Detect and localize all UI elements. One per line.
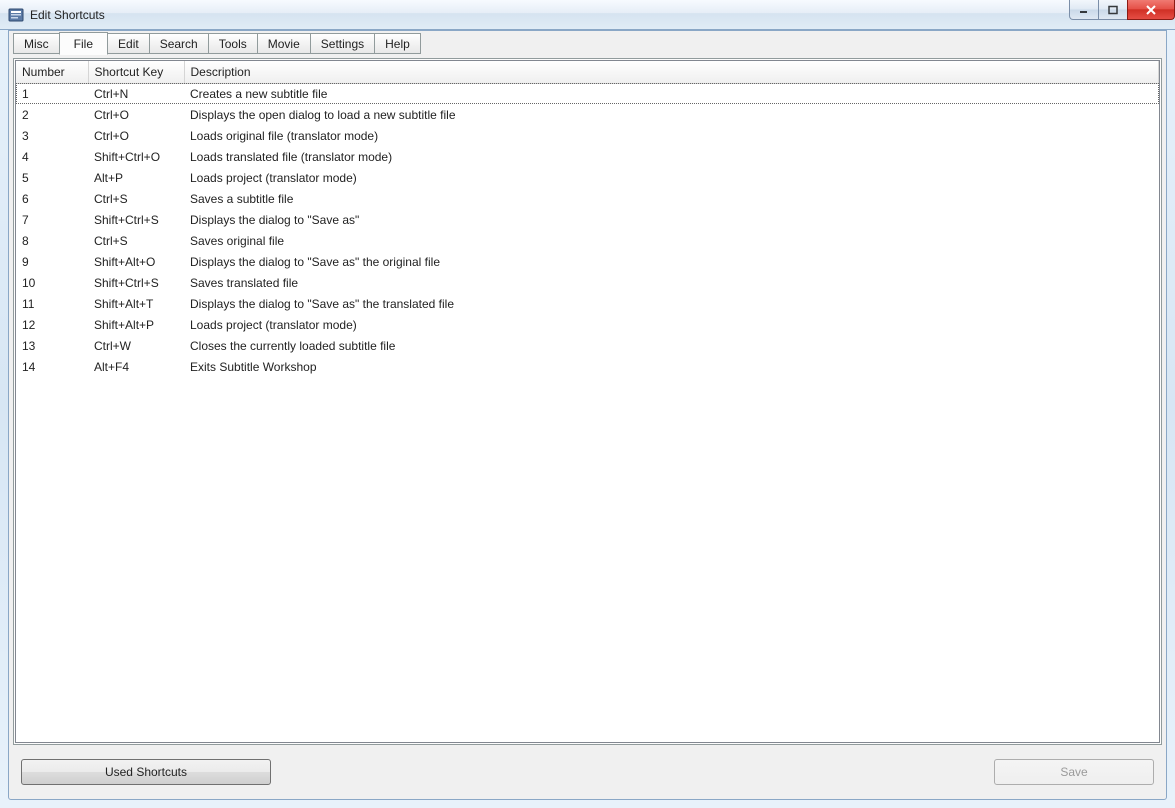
tab-edit[interactable]: Edit bbox=[107, 33, 150, 54]
window-client-area: Misc File Edit Search Tools Movie Settin… bbox=[8, 30, 1167, 800]
window-caption-buttons bbox=[1070, 0, 1175, 20]
cell-description: Saves a subtitle file bbox=[184, 188, 1159, 209]
cell-number: 5 bbox=[16, 167, 88, 188]
cell-shortcut-key: Ctrl+N bbox=[88, 83, 184, 104]
cell-number: 2 bbox=[16, 104, 88, 125]
cell-shortcut-key: Shift+Alt+O bbox=[88, 251, 184, 272]
cell-shortcut-key: Shift+Alt+P bbox=[88, 314, 184, 335]
cell-number: 4 bbox=[16, 146, 88, 167]
table-row[interactable]: 14Alt+F4Exits Subtitle Workshop bbox=[16, 356, 1159, 377]
cell-description: Loads original file (translator mode) bbox=[184, 125, 1159, 146]
cell-number: 9 bbox=[16, 251, 88, 272]
cell-shortcut-key: Ctrl+S bbox=[88, 188, 184, 209]
cell-shortcut-key: Ctrl+O bbox=[88, 125, 184, 146]
table-row[interactable]: 12Shift+Alt+PLoads project (translator m… bbox=[16, 314, 1159, 335]
table-row[interactable]: 1Ctrl+NCreates a new subtitle file bbox=[16, 83, 1159, 104]
shortcuts-table: Number Shortcut Key Description 1Ctrl+NC… bbox=[16, 61, 1159, 378]
tab-misc[interactable]: Misc bbox=[13, 33, 60, 54]
cell-description: Closes the currently loaded subtitle fil… bbox=[184, 335, 1159, 356]
table-row[interactable]: 5Alt+PLoads project (translator mode) bbox=[16, 167, 1159, 188]
save-button[interactable]: Save bbox=[994, 759, 1154, 785]
app-icon bbox=[8, 7, 24, 23]
table-row[interactable]: 8Ctrl+SSaves original file bbox=[16, 230, 1159, 251]
column-header-description[interactable]: Description bbox=[184, 61, 1159, 83]
window-title: Edit Shortcuts bbox=[30, 8, 105, 22]
cell-description: Saves translated file bbox=[184, 272, 1159, 293]
tab-file[interactable]: File bbox=[59, 32, 108, 55]
cell-description: Loads project (translator mode) bbox=[184, 314, 1159, 335]
table-row[interactable]: 11Shift+Alt+TDisplays the dialog to "Sav… bbox=[16, 293, 1159, 314]
cell-shortcut-key: Ctrl+S bbox=[88, 230, 184, 251]
cell-shortcut-key: Ctrl+W bbox=[88, 335, 184, 356]
tabstrip: Misc File Edit Search Tools Movie Settin… bbox=[9, 31, 1166, 54]
cell-number: 6 bbox=[16, 188, 88, 209]
table-row[interactable]: 6Ctrl+SSaves a subtitle file bbox=[16, 188, 1159, 209]
cell-description: Exits Subtitle Workshop bbox=[184, 356, 1159, 377]
minimize-button[interactable] bbox=[1069, 0, 1099, 20]
cell-description: Loads project (translator mode) bbox=[184, 167, 1159, 188]
cell-shortcut-key: Shift+Ctrl+O bbox=[88, 146, 184, 167]
cell-number: 1 bbox=[16, 83, 88, 104]
shortcuts-table-container: Number Shortcut Key Description 1Ctrl+NC… bbox=[15, 60, 1160, 743]
cell-number: 12 bbox=[16, 314, 88, 335]
table-row[interactable]: 9Shift+Alt+ODisplays the dialog to "Save… bbox=[16, 251, 1159, 272]
cell-number: 11 bbox=[16, 293, 88, 314]
cell-number: 14 bbox=[16, 356, 88, 377]
cell-number: 13 bbox=[16, 335, 88, 356]
tab-panel: Number Shortcut Key Description 1Ctrl+NC… bbox=[13, 58, 1162, 745]
column-header-number[interactable]: Number bbox=[16, 61, 88, 83]
cell-number: 10 bbox=[16, 272, 88, 293]
table-row[interactable]: 3Ctrl+OLoads original file (translator m… bbox=[16, 125, 1159, 146]
column-header-shortcut[interactable]: Shortcut Key bbox=[88, 61, 184, 83]
tab-movie[interactable]: Movie bbox=[257, 33, 311, 54]
table-row[interactable]: 13Ctrl+WCloses the currently loaded subt… bbox=[16, 335, 1159, 356]
tab-tools[interactable]: Tools bbox=[208, 33, 258, 54]
cell-number: 8 bbox=[16, 230, 88, 251]
table-row[interactable]: 10Shift+Ctrl+SSaves translated file bbox=[16, 272, 1159, 293]
cell-description: Displays the dialog to "Save as" the tra… bbox=[184, 293, 1159, 314]
cell-number: 7 bbox=[16, 209, 88, 230]
cell-shortcut-key: Ctrl+O bbox=[88, 104, 184, 125]
cell-shortcut-key: Shift+Ctrl+S bbox=[88, 272, 184, 293]
cell-shortcut-key: Shift+Alt+T bbox=[88, 293, 184, 314]
table-row[interactable]: 7Shift+Ctrl+SDisplays the dialog to "Sav… bbox=[16, 209, 1159, 230]
tab-settings[interactable]: Settings bbox=[310, 33, 375, 54]
cell-description: Loads translated file (translator mode) bbox=[184, 146, 1159, 167]
cell-description: Displays the dialog to "Save as" the ori… bbox=[184, 251, 1159, 272]
table-row[interactable]: 4Shift+Ctrl+OLoads translated file (tran… bbox=[16, 146, 1159, 167]
titlebar: Edit Shortcuts bbox=[0, 0, 1175, 30]
close-button[interactable] bbox=[1127, 0, 1175, 20]
tab-search[interactable]: Search bbox=[149, 33, 209, 54]
used-shortcuts-button[interactable]: Used Shortcuts bbox=[21, 759, 271, 785]
cell-description: Displays the dialog to "Save as" bbox=[184, 209, 1159, 230]
cell-shortcut-key: Alt+F4 bbox=[88, 356, 184, 377]
tab-help[interactable]: Help bbox=[374, 33, 421, 54]
cell-description: Creates a new subtitle file bbox=[184, 83, 1159, 104]
cell-shortcut-key: Alt+P bbox=[88, 167, 184, 188]
cell-description: Saves original file bbox=[184, 230, 1159, 251]
cell-number: 3 bbox=[16, 125, 88, 146]
cell-description: Displays the open dialog to load a new s… bbox=[184, 104, 1159, 125]
table-row[interactable]: 2Ctrl+ODisplays the open dialog to load … bbox=[16, 104, 1159, 125]
cell-shortcut-key: Shift+Ctrl+S bbox=[88, 209, 184, 230]
maximize-button[interactable] bbox=[1098, 0, 1128, 20]
table-header-row: Number Shortcut Key Description bbox=[16, 61, 1159, 83]
